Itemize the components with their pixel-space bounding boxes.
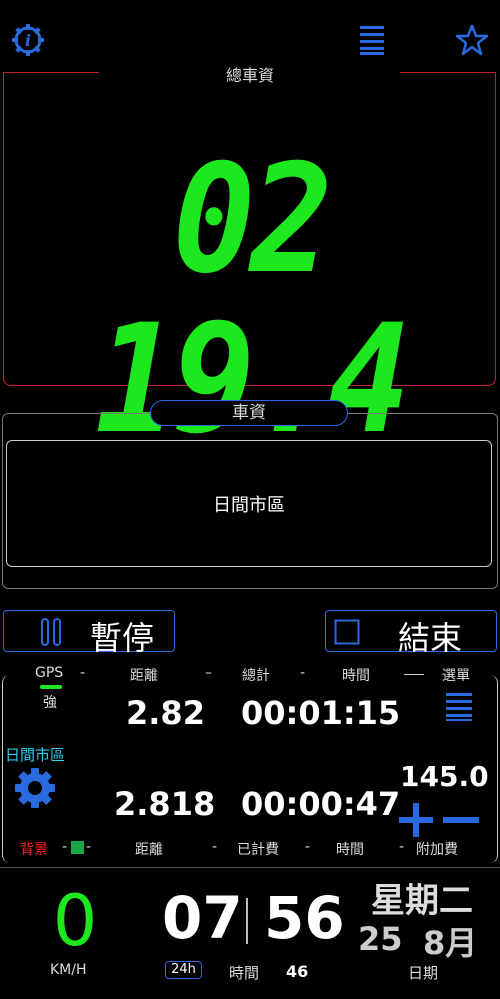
star-icon <box>455 24 489 56</box>
total-header: 總計 <box>242 668 270 684</box>
time-header: 時間 <box>342 668 370 684</box>
separator: - <box>212 839 218 855</box>
total-time-value: 00:01:15 <box>241 694 401 732</box>
separator: - <box>62 839 68 855</box>
weekday: 星期二 <box>371 881 473 921</box>
surcharge-subtract-button[interactable] <box>442 802 480 838</box>
separator: - <box>300 665 306 681</box>
speed-value: 0 <box>52 880 98 962</box>
settings-button[interactable] <box>13 766 57 810</box>
speed-unit: KM/H <box>50 962 87 978</box>
charged-distance-value: 2.818 <box>114 785 216 823</box>
separator: – <box>205 665 212 681</box>
list-icon <box>446 693 472 721</box>
date-month: 8月 <box>423 924 478 962</box>
fare-title: 總車資 <box>225 66 274 85</box>
pause-button[interactable]: 暫停 <box>3 610 175 657</box>
background-color-swatch[interactable] <box>71 841 84 854</box>
bottom-divider <box>0 867 500 868</box>
clock-seconds: 46 <box>286 962 309 981</box>
gps-label: GPS <box>35 665 64 681</box>
clock-separator <box>246 898 248 944</box>
distance-footer: 距離 <box>135 842 163 858</box>
rate-name: 日間市區 <box>213 494 285 516</box>
background-label[interactable]: 背景 <box>20 839 48 859</box>
info-button[interactable]: i <box>10 22 46 58</box>
menu-button[interactable] <box>358 24 386 56</box>
separator: - <box>399 839 405 855</box>
gps-signal-bar <box>40 685 62 689</box>
time-format-badge[interactable]: 24h <box>165 961 202 979</box>
charged-time-value: 00:00:47 <box>241 785 401 823</box>
time-label: 時間 <box>229 964 260 982</box>
separator: - <box>80 665 86 681</box>
clock-hour: 07 <box>162 884 243 952</box>
gear-icon <box>15 768 55 808</box>
distance-value: 2.82 <box>126 694 205 732</box>
clock-minute: 56 <box>264 884 345 952</box>
surcharge-footer: 附加費 <box>416 842 458 858</box>
stop-icon <box>334 619 360 645</box>
gps-strength: 強 <box>43 695 57 711</box>
date-label: 日期 <box>408 964 439 982</box>
plus-icon <box>399 803 433 837</box>
svg-text:i: i <box>25 31 31 50</box>
rate-name-box[interactable]: 日間市區 <box>6 440 492 567</box>
surcharge-value: 145.0 <box>400 760 489 793</box>
separator: - <box>305 839 311 855</box>
end-button[interactable]: 結束 <box>325 610 497 657</box>
stats-menu-button[interactable] <box>443 690 475 722</box>
favorite-button[interactable] <box>453 22 491 58</box>
date-day: 25 <box>358 920 403 958</box>
hamburger-icon <box>360 26 384 55</box>
pause-label: 暫停 <box>90 619 155 657</box>
separator-line <box>404 674 424 675</box>
surcharge-add-button[interactable] <box>398 802 434 838</box>
distance-header: 距離 <box>130 668 158 684</box>
rate-mode-label: 日間市區 <box>5 746 66 764</box>
menu-header: 選單 <box>442 668 470 684</box>
rate-tab[interactable]: 車資 <box>150 400 348 426</box>
pause-icon <box>41 618 61 646</box>
separator: - <box>86 839 92 855</box>
minus-icon <box>443 817 479 823</box>
time-footer: 時間 <box>336 842 364 858</box>
end-label: 結束 <box>398 619 463 657</box>
charged-footer: 已計費 <box>237 842 279 858</box>
info-gear-icon: i <box>12 24 44 56</box>
